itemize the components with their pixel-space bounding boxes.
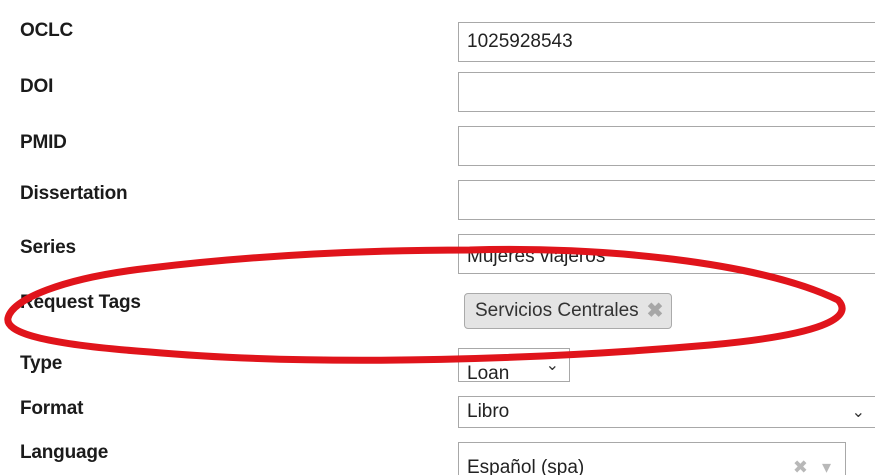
language-label: Language — [20, 442, 109, 463]
pmid-label: PMID — [20, 132, 67, 153]
type-value: Loan — [467, 363, 510, 384]
oclc-label: OCLC — [20, 20, 74, 41]
language-value: Español (spa) — [467, 457, 585, 475]
request-form: OCLC 1025928543 DOI PMID Dissertation Se… — [0, 0, 875, 475]
doi-input[interactable] — [458, 72, 875, 112]
close-icon[interactable]: ✖ — [647, 301, 664, 321]
oclc-input[interactable]: 1025928543 — [458, 22, 875, 62]
format-label: Format — [20, 398, 84, 419]
tag-chip: Servicios Centrales ✖ — [464, 293, 673, 329]
format-select[interactable]: Libro ⌄ — [458, 396, 875, 428]
clear-icon[interactable]: ✖ — [793, 457, 808, 475]
series-input[interactable]: Mujeres viajeros — [458, 234, 875, 274]
format-value: Libro — [467, 401, 510, 422]
dissertation-input[interactable] — [458, 180, 875, 220]
language-select[interactable]: Español (spa) ✖ ▾ — [458, 442, 846, 475]
chevron-down-icon: ⌄ — [851, 404, 865, 421]
pmid-input[interactable] — [458, 126, 875, 166]
request-tags-label: Request Tags — [20, 292, 141, 313]
tag-label: Servicios Centrales — [475, 300, 639, 321]
type-label: Type — [20, 353, 63, 374]
series-label: Series — [20, 237, 76, 258]
chevron-down-icon: ⌄ — [545, 357, 559, 374]
chevron-down-icon[interactable]: ▾ — [822, 457, 831, 475]
type-select[interactable]: Loan ⌄ — [458, 348, 570, 384]
dissertation-label: Dissertation — [20, 183, 128, 204]
doi-label: DOI — [20, 76, 54, 97]
